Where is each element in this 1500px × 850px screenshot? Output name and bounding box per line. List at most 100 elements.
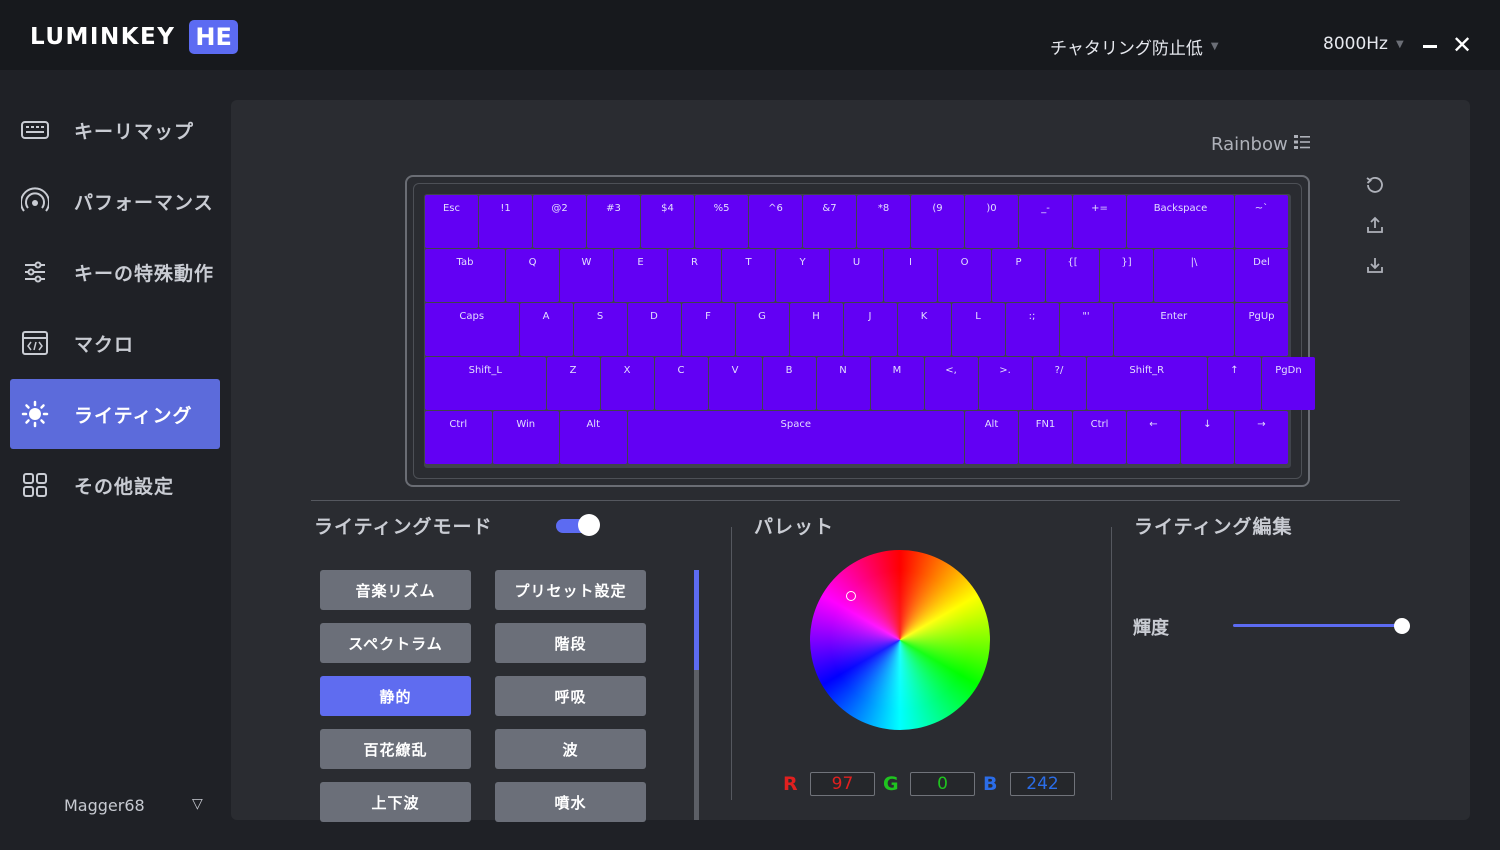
key-1[interactable]: !1 bbox=[479, 195, 532, 248]
key-5[interactable]: %5 bbox=[695, 195, 748, 248]
key-symbol[interactable]: ?/ bbox=[1032, 357, 1086, 410]
mode-button-breathing[interactable]: 呼吸 bbox=[495, 676, 646, 716]
key-symbol[interactable]: ← bbox=[1127, 411, 1180, 464]
key-3[interactable]: #3 bbox=[587, 195, 640, 248]
key-symbol[interactable]: |\ bbox=[1154, 249, 1234, 302]
key-symbol[interactable]: <, bbox=[924, 357, 978, 410]
blue-input[interactable]: 242 bbox=[1010, 772, 1075, 796]
key-symbol[interactable]: ↓ bbox=[1181, 411, 1234, 464]
preset-selector[interactable]: Rainbow bbox=[1211, 134, 1310, 155]
key-y[interactable]: Y bbox=[776, 249, 829, 302]
key-m[interactable]: M bbox=[870, 357, 924, 410]
sidebar-item-other-settings[interactable]: その他設定 bbox=[10, 450, 220, 520]
key-del[interactable]: Del bbox=[1235, 249, 1288, 302]
key-ctrl[interactable]: Ctrl bbox=[1073, 411, 1126, 464]
key-alt[interactable]: Alt bbox=[965, 411, 1018, 464]
antichatter-select[interactable]: チャタリング防止低 ▼ bbox=[1050, 34, 1219, 59]
key-s[interactable]: S bbox=[573, 303, 627, 356]
key-c[interactable]: C bbox=[654, 357, 708, 410]
key-0[interactable]: )0 bbox=[965, 195, 1018, 248]
key-q[interactable]: Q bbox=[506, 249, 559, 302]
triangle-down-icon[interactable]: ▽ bbox=[192, 796, 203, 812]
key-b[interactable]: B bbox=[762, 357, 816, 410]
minimize-button[interactable] bbox=[1423, 45, 1437, 48]
color-picker-handle[interactable] bbox=[846, 591, 856, 601]
key-win[interactable]: Win bbox=[492, 411, 559, 464]
key-p[interactable]: P bbox=[992, 249, 1045, 302]
mode-list-scroll-thumb[interactable] bbox=[694, 570, 699, 670]
key-pgup[interactable]: PgUp bbox=[1235, 303, 1288, 356]
sidebar-item-performance[interactable]: パフォーマンス bbox=[10, 166, 220, 236]
sidebar-item-keyremap[interactable]: キーリマップ bbox=[10, 95, 220, 165]
key-d[interactable]: D bbox=[627, 303, 681, 356]
key-l[interactable]: L bbox=[951, 303, 1005, 356]
mode-button-flowers[interactable]: 百花繚乱 bbox=[320, 729, 471, 769]
mode-button-fountain[interactable]: 噴水 bbox=[495, 782, 646, 822]
key-ctrl[interactable]: Ctrl bbox=[425, 411, 492, 464]
sidebar-item-lighting[interactable]: ライティング bbox=[10, 379, 220, 449]
key-n[interactable]: N bbox=[816, 357, 870, 410]
device-selector[interactable]: Magger68 bbox=[64, 796, 145, 815]
key-enter[interactable]: Enter bbox=[1113, 303, 1234, 356]
key-caps[interactable]: Caps bbox=[425, 303, 519, 356]
key-x[interactable]: X bbox=[600, 357, 654, 410]
mode-button-updown-wave[interactable]: 上下波 bbox=[320, 782, 471, 822]
key-j[interactable]: J bbox=[843, 303, 897, 356]
mode-button-music[interactable]: 音楽リズム bbox=[320, 570, 471, 610]
brightness-slider-thumb[interactable] bbox=[1394, 618, 1410, 634]
key-g[interactable]: G bbox=[735, 303, 789, 356]
key-tab[interactable]: Tab bbox=[425, 249, 505, 302]
key-symbol[interactable]: → bbox=[1235, 411, 1288, 464]
mode-button-wave[interactable]: 波 bbox=[495, 729, 646, 769]
key-pgdn[interactable]: PgDn bbox=[1262, 357, 1315, 410]
mode-button-preset[interactable]: プリセット設定 bbox=[495, 570, 646, 610]
key-7[interactable]: &7 bbox=[803, 195, 856, 248]
polling-rate-select[interactable]: 8000Hz ▼ bbox=[1323, 34, 1404, 54]
export-icon[interactable] bbox=[1366, 216, 1384, 234]
mode-button-stairs[interactable]: 階段 bbox=[495, 623, 646, 663]
key-symbol[interactable]: _- bbox=[1019, 195, 1072, 248]
key-i[interactable]: I bbox=[884, 249, 937, 302]
key-alt[interactable]: Alt bbox=[560, 411, 627, 464]
key-a[interactable]: A bbox=[519, 303, 573, 356]
key-6[interactable]: ^6 bbox=[749, 195, 802, 248]
key-esc[interactable]: Esc bbox=[425, 195, 478, 248]
key-symbol[interactable]: "' bbox=[1059, 303, 1113, 356]
key-v[interactable]: V bbox=[708, 357, 762, 410]
key-2[interactable]: @2 bbox=[533, 195, 586, 248]
key-symbol[interactable]: >. bbox=[978, 357, 1032, 410]
key-t[interactable]: T bbox=[722, 249, 775, 302]
key-w[interactable]: W bbox=[560, 249, 613, 302]
key-symbol[interactable]: :; bbox=[1005, 303, 1059, 356]
key-space[interactable]: Space bbox=[627, 411, 964, 464]
reset-icon[interactable] bbox=[1366, 176, 1384, 194]
key-k[interactable]: K bbox=[897, 303, 951, 356]
key-e[interactable]: E bbox=[614, 249, 667, 302]
key-symbol[interactable]: {[ bbox=[1046, 249, 1099, 302]
key-symbol[interactable]: }] bbox=[1100, 249, 1153, 302]
key-r[interactable]: R bbox=[668, 249, 721, 302]
key-8[interactable]: *8 bbox=[857, 195, 910, 248]
red-input[interactable]: 97 bbox=[810, 772, 875, 796]
key-shiftr[interactable]: Shift_R bbox=[1086, 357, 1207, 410]
key-backspace[interactable]: Backspace bbox=[1127, 195, 1234, 248]
sidebar-item-macro[interactable]: マクロ bbox=[10, 308, 220, 378]
key-z[interactable]: Z bbox=[546, 357, 600, 410]
key-symbol[interactable]: ~` bbox=[1235, 195, 1288, 248]
key-h[interactable]: H bbox=[789, 303, 843, 356]
lighting-toggle[interactable] bbox=[556, 514, 600, 536]
key-4[interactable]: $4 bbox=[641, 195, 694, 248]
key-symbol[interactable]: ↑ bbox=[1208, 357, 1261, 410]
close-button[interactable]: ✕ bbox=[1452, 30, 1472, 60]
mode-button-spectrum[interactable]: スペクトラム bbox=[320, 623, 471, 663]
key-o[interactable]: O bbox=[938, 249, 991, 302]
key-symbol[interactable]: += bbox=[1073, 195, 1126, 248]
green-input[interactable]: 0 bbox=[910, 772, 975, 796]
key-u[interactable]: U bbox=[830, 249, 883, 302]
brightness-slider[interactable] bbox=[1233, 624, 1403, 627]
sidebar-item-advanced-keys[interactable]: キーの特殊動作 bbox=[10, 237, 220, 307]
key-9[interactable]: (9 bbox=[911, 195, 964, 248]
mode-button-static[interactable]: 静的 bbox=[320, 676, 471, 716]
import-icon[interactable] bbox=[1366, 256, 1384, 274]
key-fn1[interactable]: FN1 bbox=[1019, 411, 1072, 464]
